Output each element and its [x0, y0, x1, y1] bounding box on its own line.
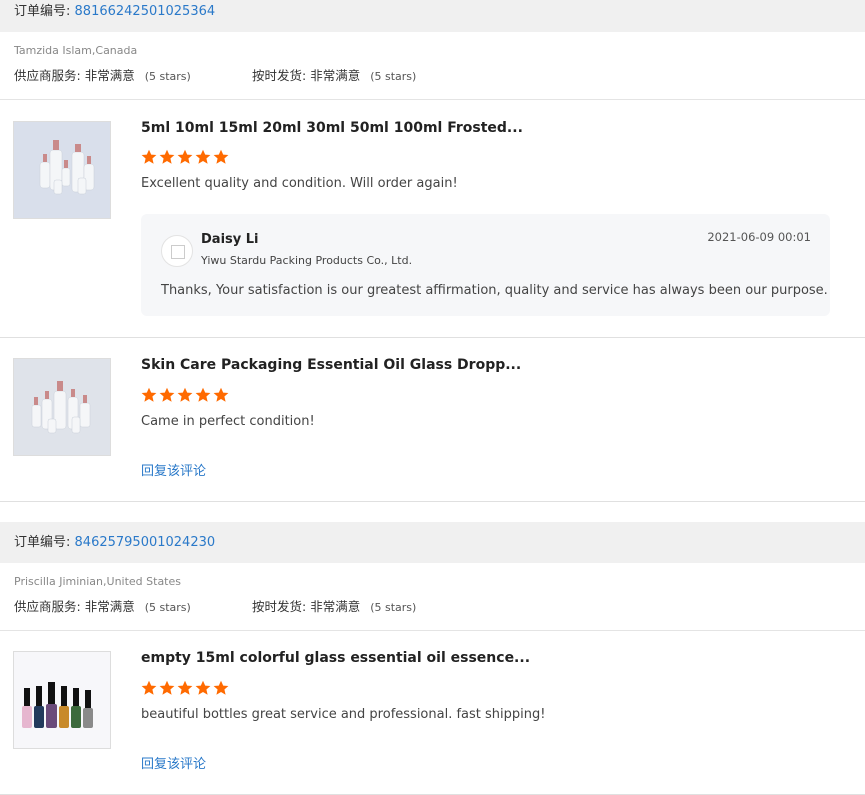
delivery-value: 非常满意 — [310, 68, 361, 83]
product-title[interactable]: empty 15ml colorful glass essential oil … — [141, 650, 530, 666]
supplier-service-value: 非常满意 — [84, 599, 135, 614]
delivery-value: 非常满意 — [310, 599, 361, 614]
reply-to-review-link[interactable]: 回复该评论 — [141, 460, 206, 479]
star-icon — [177, 680, 193, 696]
rating-stars — [141, 680, 231, 698]
supplier-service-label: 供应商服务: — [14, 68, 81, 83]
star-icon — [141, 680, 157, 696]
star-icon — [195, 149, 211, 165]
product-review-1: 5ml 10ml 15ml 20ml 30ml 50ml 100ml Frost… — [0, 100, 865, 338]
supplier-ratings: 供应商服务: 非常满意 (5 stars) 按时发货: 非常满意 (5 star… — [14, 599, 865, 616]
rating-stars — [141, 149, 231, 167]
star-icon — [159, 149, 175, 165]
delivery-label: 按时发货: — [252, 68, 307, 83]
supplier-service-stars: (5 stars) — [144, 70, 191, 83]
order-number-label: 订单编号: — [14, 535, 71, 550]
star-icon — [195, 387, 211, 403]
product-title[interactable]: Skin Care Packaging Essential Oil Glass … — [141, 357, 521, 373]
reply-to-review-link[interactable]: 回复该评论 — [141, 753, 206, 772]
star-icon — [141, 149, 157, 165]
reply-company: Yiwu Stardu Packing Products Co., Ltd. — [201, 254, 413, 267]
star-icon — [195, 680, 211, 696]
order-number-label: 订单编号: — [14, 4, 71, 19]
delivery-stars: (5 stars) — [370, 70, 417, 83]
product-title[interactable]: 5ml 10ml 15ml 20ml 30ml 50ml 100ml Frost… — [141, 120, 523, 136]
review-comment: beautiful bottles great service and prof… — [141, 707, 546, 722]
buyer-info-2: Priscilla Jiminian,United States 供应商服务: … — [0, 563, 865, 631]
star-icon — [177, 387, 193, 403]
star-icon — [213, 387, 229, 403]
buyer-info-1: Tamzida Islam,Canada 供应商服务: 非常满意 (5 star… — [0, 32, 865, 100]
review-comment: Excellent quality and condition. Will or… — [141, 176, 458, 191]
reply-author: Daisy Li — [201, 232, 259, 247]
buyer-name: Tamzida Islam,Canada — [14, 44, 138, 57]
order-number-link[interactable]: 88166242501025364 — [75, 4, 216, 19]
star-icon — [177, 149, 193, 165]
reply-text: Thanks, Your satisfaction is our greates… — [161, 283, 828, 298]
star-icon — [213, 680, 229, 696]
avatar-icon — [161, 235, 193, 267]
supplier-ratings: 供应商服务: 非常满意 (5 stars) 按时发货: 非常满意 (5 star… — [14, 68, 865, 85]
supplier-reply: Daisy Li Yiwu Stardu Packing Products Co… — [141, 214, 830, 316]
product-review-2: Skin Care Packaging Essential Oil Glass … — [0, 338, 865, 502]
order-spacer — [0, 502, 865, 522]
order-number-link[interactable]: 84625795001024230 — [75, 535, 216, 550]
star-icon — [159, 387, 175, 403]
product-review-3: empty 15ml colorful glass essential oil … — [0, 631, 865, 795]
product-thumbnail[interactable] — [13, 651, 111, 749]
delivery-label: 按时发货: — [252, 599, 307, 614]
product-thumbnail[interactable] — [13, 121, 111, 219]
buyer-name: Priscilla Jiminian,United States — [14, 575, 181, 588]
star-icon — [141, 387, 157, 403]
supplier-service-value: 非常满意 — [84, 68, 135, 83]
product-thumbnail[interactable] — [13, 358, 111, 456]
rating-stars — [141, 387, 231, 405]
star-icon — [159, 680, 175, 696]
order-header-2: 订单编号: 84625795001024230 — [0, 522, 865, 563]
supplier-service-stars: (5 stars) — [144, 601, 191, 614]
review-comment: Came in perfect condition! — [141, 414, 315, 429]
order-header-1: 订单编号: 88166242501025364 — [0, 0, 865, 32]
delivery-stars: (5 stars) — [370, 601, 417, 614]
reply-date: 2021-06-09 00:01 — [707, 230, 811, 244]
supplier-service-label: 供应商服务: — [14, 599, 81, 614]
star-icon — [213, 149, 229, 165]
